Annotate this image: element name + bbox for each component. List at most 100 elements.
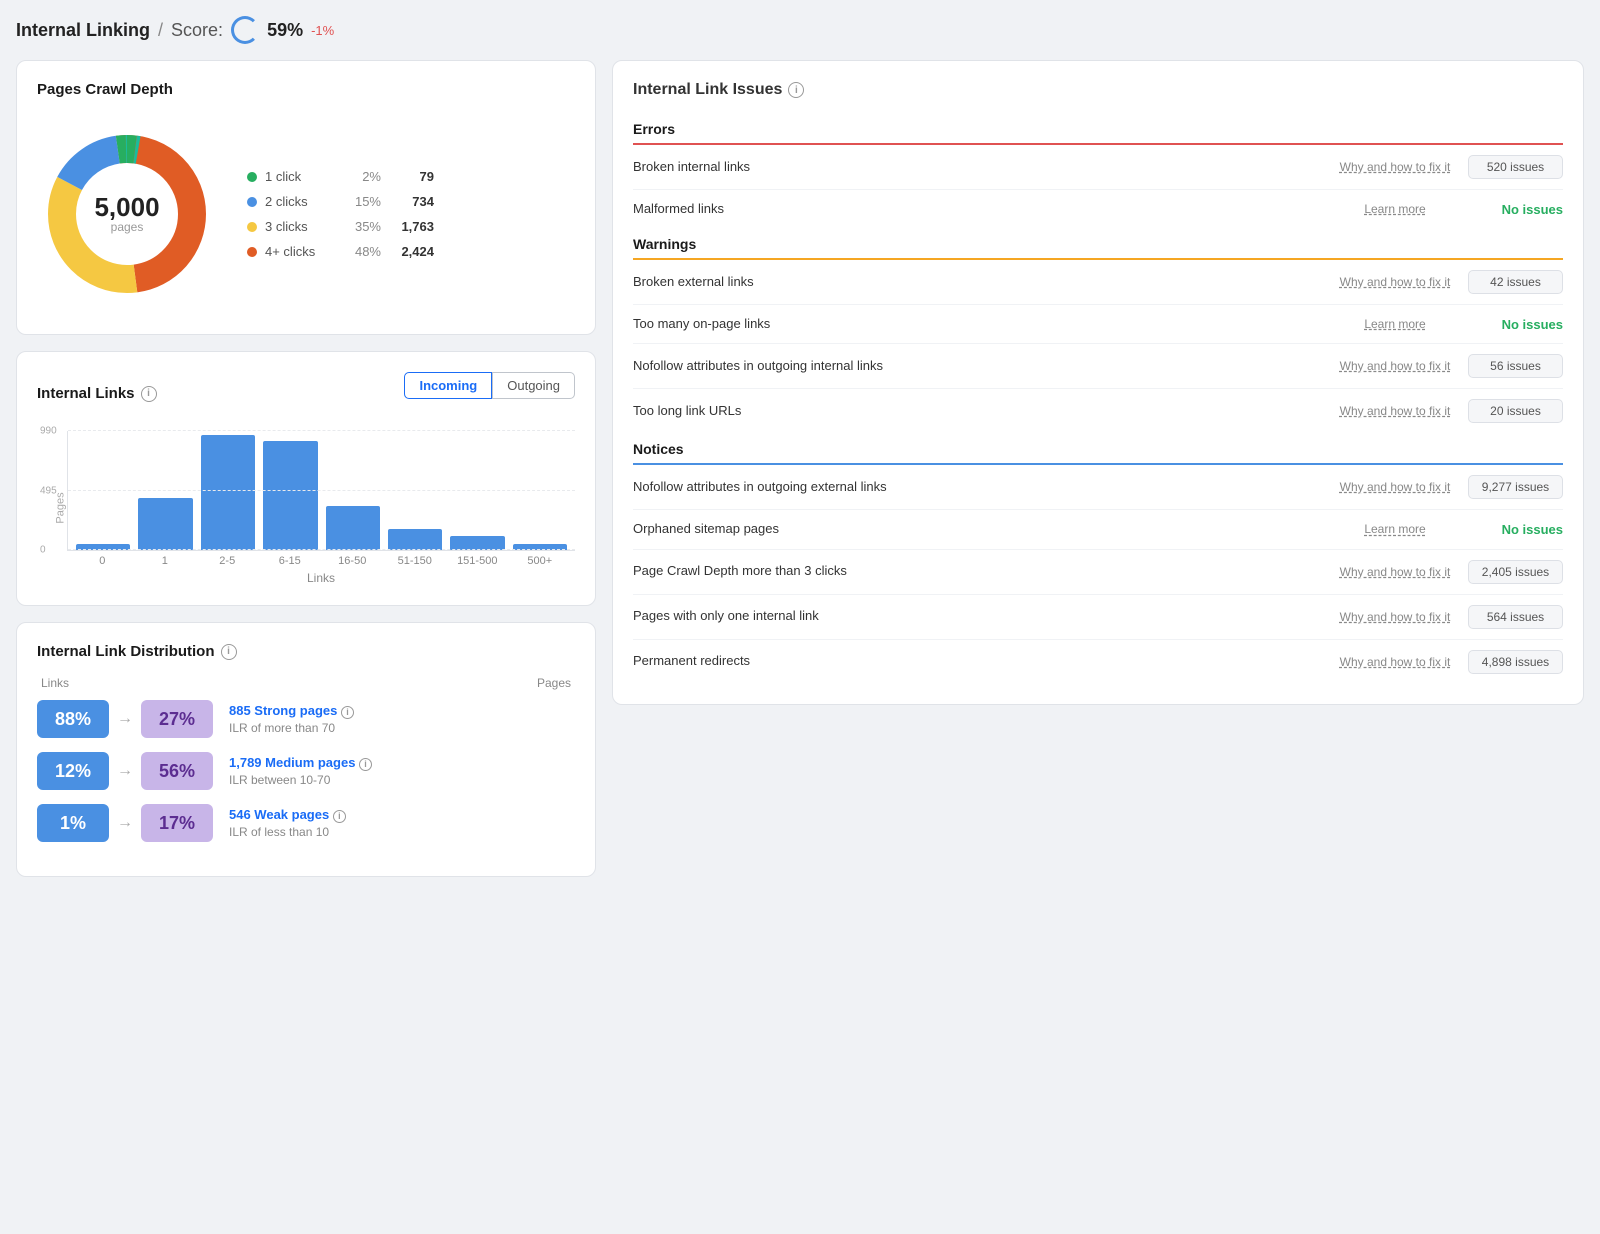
bar-column <box>138 498 192 550</box>
issue-badge[interactable]: 56 issues <box>1468 354 1563 378</box>
issue-name: Too many on-page links <box>633 315 1322 333</box>
bar-column <box>76 544 130 550</box>
dist-pages-box: 27% <box>141 700 213 738</box>
issue-name: Nofollow attributes in outgoing internal… <box>633 357 1322 375</box>
dist-links-box: 88% <box>37 700 109 738</box>
bar-column <box>263 441 317 550</box>
issue-row: Nofollow attributes in outgoing internal… <box>633 344 1563 389</box>
x-label: 16-50 <box>325 555 380 567</box>
bar <box>450 536 504 550</box>
issue-row: Page Crawl Depth more than 3 clicks Why a… <box>633 550 1563 595</box>
bar-column <box>388 529 442 550</box>
x-label: 6-15 <box>263 555 318 567</box>
legend-dot <box>247 172 257 182</box>
bar <box>388 529 442 550</box>
bar <box>138 498 192 550</box>
dist-header: Links Pages <box>37 676 575 690</box>
dist-pages-box: 56% <box>141 752 213 790</box>
dist-info-title[interactable]: 885 Strong pages i <box>229 703 354 719</box>
legend-label: 3 clicks <box>265 219 335 234</box>
y-0: 0 <box>40 545 46 556</box>
dist-arrow: → <box>117 762 133 780</box>
issue-row: Nofollow attributes in outgoing external… <box>633 465 1563 510</box>
issues-title: Internal Link Issues i <box>633 81 1563 99</box>
issue-row: Too long link URLsWhy and how to fix it2… <box>633 389 1563 433</box>
distribution-info-icon[interactable]: i <box>221 644 237 660</box>
legend-dot <box>247 247 257 257</box>
dist-col-pages: Pages <box>537 676 571 690</box>
dist-links-box: 1% <box>37 804 109 842</box>
issues-section-warnings: WarningsBroken external linksWhy and how… <box>633 228 1563 433</box>
legend-count: 734 <box>389 194 434 209</box>
issue-name: Page Crawl Depth more than 3 clicks <box>633 562 1322 580</box>
dist-pages-box: 17% <box>141 804 213 842</box>
right-column: Internal Link Issues i ErrorsBroken inte… <box>612 60 1584 877</box>
x-label: 151-500 <box>450 555 505 567</box>
issue-badge[interactable]: 9,277 issues <box>1468 475 1563 499</box>
main-grid: Pages Crawl Depth <box>16 60 1584 877</box>
dist-info-icon[interactable]: i <box>341 706 354 719</box>
legend-item: 2 clicks 15% 734 <box>247 194 434 209</box>
legend-dot <box>247 222 257 232</box>
issues-sections: ErrorsBroken internal linksWhy and how t… <box>633 113 1563 684</box>
legend-count: 1,763 <box>389 219 434 234</box>
donut-section: 5,000 pages 1 click 2% 79 2 clicks 15% 7… <box>37 114 575 314</box>
legend-pct: 48% <box>343 244 381 259</box>
dist-info-title[interactable]: 1,789 Medium pages i <box>229 755 372 771</box>
bar <box>76 544 130 550</box>
dist-links-box: 12% <box>37 752 109 790</box>
tab-incoming[interactable]: Incoming <box>404 372 492 399</box>
issue-badge[interactable]: 42 issues <box>1468 270 1563 294</box>
issue-badge[interactable]: 4,898 issues <box>1468 650 1563 674</box>
issue-badge[interactable]: 520 issues <box>1468 155 1563 179</box>
left-column: Pages Crawl Depth <box>16 60 596 877</box>
donut-center: 5,000 pages <box>94 194 159 234</box>
issue-link[interactable]: Why and how to fix it <box>1330 404 1460 418</box>
issue-link[interactable]: Why and how to fix it <box>1330 610 1460 624</box>
issue-link[interactable]: Learn more <box>1330 317 1460 331</box>
x-label: 0 <box>75 555 130 567</box>
no-issues-badge: No issues <box>1468 317 1563 332</box>
tab-outgoing[interactable]: Outgoing <box>492 372 575 399</box>
score-circle <box>231 16 259 44</box>
issue-badge[interactable]: 2,405 issues <box>1468 560 1563 584</box>
issue-link[interactable]: Learn more <box>1330 202 1460 216</box>
dist-info: 1,789 Medium pages i ILR between 10-70 <box>229 755 372 787</box>
dist-arrow: → <box>117 814 133 832</box>
issue-link[interactable]: Why and how to fix it <box>1330 359 1460 373</box>
issue-name: Permanent redirects <box>633 652 1322 670</box>
dist-col-links: Links <box>41 676 537 690</box>
issue-link[interactable]: Why and how to fix it <box>1330 480 1460 494</box>
legend-dot <box>247 197 257 207</box>
issues-info-icon[interactable]: i <box>788 82 804 98</box>
dist-info-icon[interactable]: i <box>359 758 372 771</box>
issue-link[interactable]: Why and how to fix it <box>1330 160 1460 174</box>
bar-chart-wrap: Pages 990 495 0 <box>37 431 575 585</box>
page-header: Internal Linking / Score: 59% -1% <box>16 16 1584 44</box>
internal-links-info-icon[interactable]: i <box>141 386 157 402</box>
legend-label: 2 clicks <box>265 194 335 209</box>
no-issues-badge: No issues <box>1468 202 1563 217</box>
legend-pct: 2% <box>343 169 381 184</box>
issue-link[interactable]: Why and how to fix it <box>1330 275 1460 289</box>
distribution-card: Internal Link Distribution i Links Pages… <box>16 622 596 877</box>
legend-pct: 15% <box>343 194 381 209</box>
crawl-depth-card: Pages Crawl Depth <box>16 60 596 335</box>
issue-link[interactable]: Learn more <box>1330 522 1460 536</box>
internal-links-header: Internal Links i Incoming Outgoing <box>37 372 575 415</box>
issue-row: Orphaned sitemap pagesLearn moreNo issue… <box>633 510 1563 549</box>
issue-badge[interactable]: 20 issues <box>1468 399 1563 423</box>
issue-link[interactable]: Why and how to fix it <box>1330 655 1460 669</box>
donut-total: 5,000 <box>94 194 159 220</box>
section-header-warnings: Warnings <box>633 228 1563 260</box>
dist-info-sub: ILR of more than 70 <box>229 721 354 735</box>
dist-info: 885 Strong pages i ILR of more than 70 <box>229 703 354 735</box>
issue-row: Broken internal linksWhy and how to fix … <box>633 145 1563 190</box>
dist-info-title[interactable]: 546 Weak pages i <box>229 807 346 823</box>
dist-info-sub: ILR between 10-70 <box>229 773 372 787</box>
internal-links-card: Internal Links i Incoming Outgoing Pages… <box>16 351 596 606</box>
issue-link[interactable]: Why and how to fix it <box>1330 565 1460 579</box>
issue-badge[interactable]: 564 issues <box>1468 605 1563 629</box>
section-header-errors: Errors <box>633 113 1563 145</box>
dist-info-icon[interactable]: i <box>333 810 346 823</box>
